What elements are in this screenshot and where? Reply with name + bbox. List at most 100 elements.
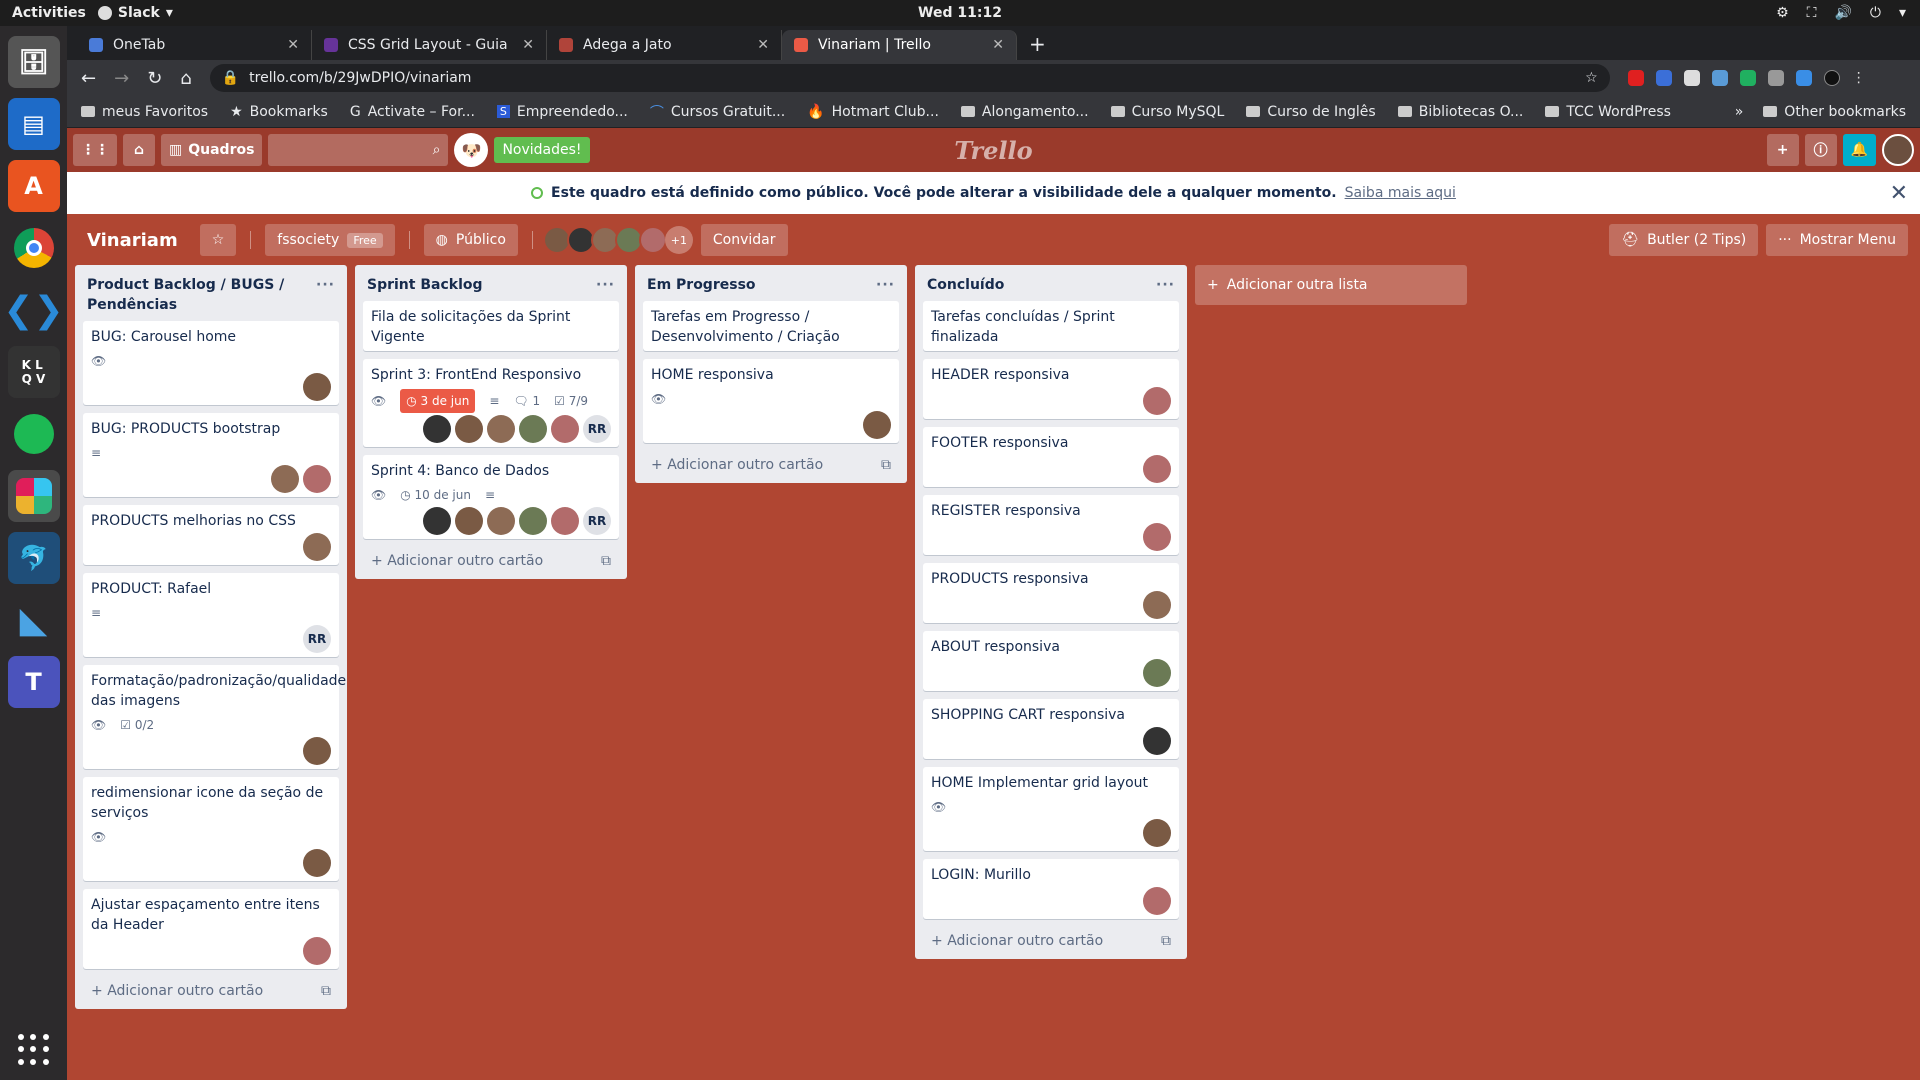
- visibility-button[interactable]: ◍ Público: [423, 224, 518, 256]
- avatar[interactable]: [1143, 659, 1171, 687]
- close-icon[interactable]: ✕: [757, 37, 769, 53]
- card[interactable]: BUG: PRODUCTS bootstrap ≡: [83, 413, 339, 497]
- star-button[interactable]: ☆: [199, 224, 237, 256]
- avatar[interactable]: [303, 373, 331, 401]
- card[interactable]: ABOUT responsiva: [923, 631, 1179, 691]
- extension-icon[interactable]: [1627, 70, 1644, 86]
- avatar[interactable]: [551, 507, 579, 535]
- slack-icon[interactable]: [7, 470, 60, 522]
- list-title[interactable]: Concluído: [927, 275, 1004, 295]
- list-header[interactable]: Sprint Backlog ···: [363, 265, 619, 301]
- card[interactable]: SHOPPING CART responsiva: [923, 699, 1179, 759]
- avatar[interactable]: [303, 465, 331, 493]
- close-icon[interactable]: ✕: [1890, 181, 1908, 206]
- trello-logo[interactable]: Trello: [954, 136, 1032, 165]
- due-date-badge[interactable]: ◷ 3 de jun: [400, 389, 476, 413]
- bookmark-item[interactable]: TCC WordPress: [1545, 104, 1671, 120]
- show-menu-button[interactable]: ··· Mostrar Menu: [1766, 224, 1908, 256]
- list-title[interactable]: Sprint Backlog: [367, 275, 483, 295]
- extension-icon[interactable]: [1683, 70, 1700, 86]
- mysql-workbench-icon[interactable]: 🐬: [7, 532, 60, 584]
- avatar[interactable]: [519, 415, 547, 443]
- list-header[interactable]: Product Backlog / BUGS / Pendências ···: [83, 265, 339, 321]
- vscode-icon[interactable]: ❮❯: [3, 284, 63, 336]
- teams-icon[interactable]: T: [7, 656, 60, 708]
- home-button[interactable]: ⌂: [123, 134, 155, 166]
- bookmark-item[interactable]: meus Favoritos: [81, 104, 208, 120]
- novidades-button[interactable]: Novidades!: [494, 137, 590, 163]
- bookmark-item[interactable]: S Empreendedo...: [496, 104, 628, 120]
- address-bar[interactable]: 🔒 trello.com/b/29JwDPIO/vinariam ☆: [209, 64, 1610, 92]
- extension-icon[interactable]: [1795, 70, 1812, 86]
- azure-data-studio-icon[interactable]: ◣: [8, 594, 60, 646]
- writer-icon[interactable]: ▤: [7, 98, 60, 150]
- notifications-button[interactable]: 🔔: [1842, 134, 1876, 166]
- due-date-badge[interactable]: ◷ 10 de jun: [400, 485, 471, 505]
- card[interactable]: HEADER responsiva: [923, 359, 1179, 419]
- more-horiz-icon[interactable]: ···: [596, 275, 615, 295]
- list-title[interactable]: Em Progresso: [647, 275, 756, 295]
- avatar[interactable]: [271, 465, 299, 493]
- avatar[interactable]: [423, 507, 451, 535]
- apps-button[interactable]: ⋮⋮: [73, 134, 117, 166]
- avatar[interactable]: [487, 415, 515, 443]
- avatar[interactable]: [1143, 523, 1171, 551]
- card[interactable]: Sprint 4: Banco de Dados 👁 ◷ 10 de jun ≡ RR: [363, 455, 619, 539]
- add-card-button[interactable]: + Adicionar outro cartão ⧉: [83, 977, 339, 1001]
- avatar[interactable]: [423, 415, 451, 443]
- add-card-button[interactable]: + Adicionar outro cartão ⧉: [643, 451, 899, 475]
- avatar[interactable]: RR: [583, 415, 611, 443]
- card[interactable]: PRODUCTS melhorias no CSS: [83, 505, 339, 565]
- spotify-icon[interactable]: [8, 408, 60, 460]
- avatar[interactable]: RR: [583, 507, 611, 535]
- create-button[interactable]: +: [1766, 134, 1799, 166]
- software-center-icon[interactable]: A: [7, 160, 60, 212]
- card[interactable]: Ajustar espaçamento entre itens da Heade…: [83, 889, 339, 969]
- avatar[interactable]: [487, 507, 515, 535]
- avatar[interactable]: RR: [303, 625, 331, 653]
- translate-icon[interactable]: [1655, 70, 1672, 86]
- avatar[interactable]: [303, 937, 331, 965]
- tab-onetab[interactable]: OneTab ✕: [77, 30, 312, 60]
- bookmark-item[interactable]: Bibliotecas O...: [1397, 104, 1523, 120]
- card[interactable]: Tarefas concluídas / Sprint finalizada: [923, 301, 1179, 351]
- add-card-button[interactable]: + Adicionar outro cartão ⧉: [363, 547, 619, 571]
- chrome-icon[interactable]: [8, 222, 60, 274]
- card[interactable]: Tarefas em Progresso / Desenvolvimento /…: [643, 301, 899, 351]
- bookmarks-overflow-button[interactable]: »: [1735, 104, 1744, 120]
- learn-more-link[interactable]: Saiba mais aqui: [1345, 185, 1456, 201]
- show-applications-icon[interactable]: [18, 1034, 50, 1066]
- back-icon[interactable]: ←: [81, 68, 96, 89]
- search-input[interactable]: ⌕: [268, 134, 449, 166]
- close-icon[interactable]: ✕: [522, 37, 534, 53]
- more-horiz-icon[interactable]: ···: [876, 275, 895, 295]
- info-button[interactable]: ⓘ: [1804, 134, 1837, 166]
- avatar[interactable]: [551, 415, 579, 443]
- extension-icon[interactable]: [1711, 70, 1728, 86]
- avatar[interactable]: [519, 507, 547, 535]
- bookmark-item[interactable]: G Activate – For...: [350, 104, 475, 120]
- avatar[interactable]: [638, 226, 667, 254]
- profile-avatar[interactable]: [1823, 70, 1840, 86]
- list-header[interactable]: Concluído ···: [923, 265, 1179, 301]
- card[interactable]: BUG: Carousel home 👁: [83, 321, 339, 405]
- avatar[interactable]: [1143, 819, 1171, 847]
- avatar[interactable]: [303, 849, 331, 877]
- butler-button[interactable]: ⛑ Butler (2 Tips): [1609, 224, 1759, 256]
- tab-css-grid[interactable]: CSS Grid Layout - Guia Co ✕: [312, 30, 547, 60]
- avatar[interactable]: [1143, 387, 1171, 415]
- activities-button[interactable]: Activities: [0, 5, 98, 21]
- clock[interactable]: Wed 11:12: [918, 5, 1002, 21]
- reload-icon[interactable]: ↻: [147, 68, 162, 89]
- card[interactable]: REGISTER responsiva: [923, 495, 1179, 555]
- avatar[interactable]: [1882, 134, 1914, 166]
- avatar[interactable]: [1143, 887, 1171, 915]
- avatar[interactable]: [303, 533, 331, 561]
- new-tab-button[interactable]: +: [1017, 32, 1058, 60]
- forward-icon[interactable]: →: [114, 68, 129, 89]
- card[interactable]: Sprint 3: FrontEnd Responsivo 👁 ◷ 3 de jun…: [363, 359, 619, 447]
- bookmark-item[interactable]: 🔥 Hotmart Club...: [807, 104, 939, 120]
- board-title[interactable]: Vinariam: [87, 230, 178, 251]
- home-icon[interactable]: ⌂: [180, 68, 191, 89]
- template-icon[interactable]: ⧉: [601, 553, 611, 569]
